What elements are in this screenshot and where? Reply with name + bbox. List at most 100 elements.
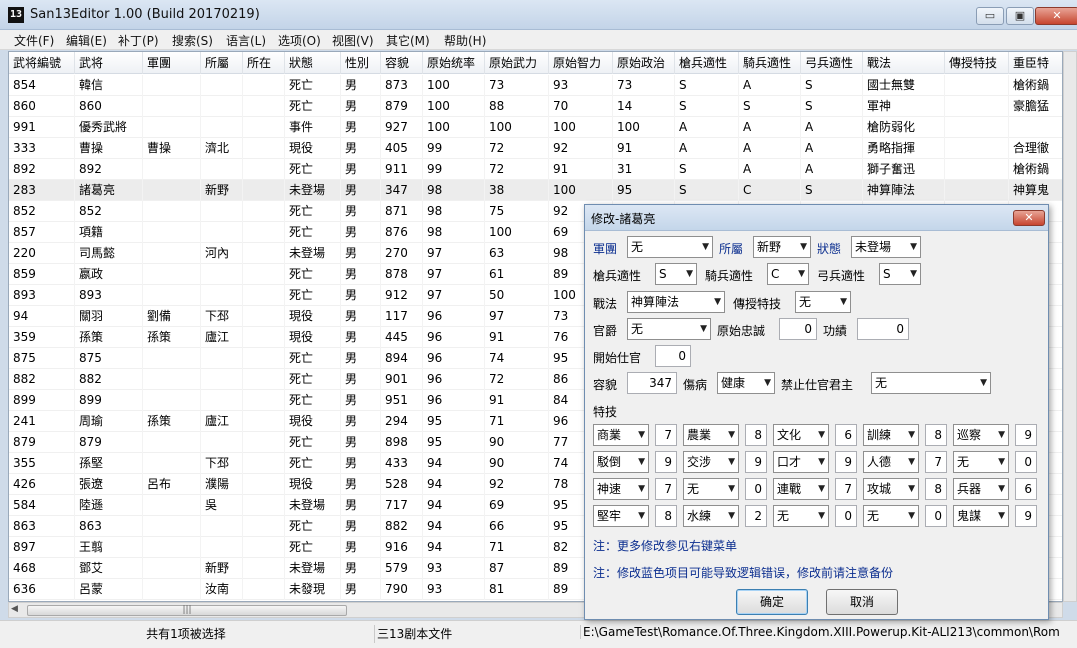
bow-select[interactable]: S ▼ <box>879 263 921 285</box>
skill-select[interactable]: 口才 ▼ <box>773 451 829 473</box>
tactic-select[interactable]: 神算陣法 ▼ <box>627 291 725 313</box>
skill-level-input[interactable]: 0 <box>1015 451 1037 473</box>
rank-select[interactable]: 无 ▼ <box>627 318 711 340</box>
skill-level-input[interactable]: 8 <box>745 424 767 446</box>
skill-select[interactable]: 交涉 ▼ <box>683 451 739 473</box>
column-header-gender[interactable]: 性別 <box>341 52 381 74</box>
skill-select[interactable]: 文化 ▼ <box>773 424 829 446</box>
skill-select[interactable]: 農業 ▼ <box>683 424 739 446</box>
skill-select[interactable]: 兵器 ▼ <box>953 478 1009 500</box>
skill-level-input[interactable]: 7 <box>655 424 677 446</box>
spear-select[interactable]: S ▼ <box>655 263 697 285</box>
column-header-state[interactable]: 狀態 <box>285 52 341 74</box>
menu-other[interactable]: 其它(M) <box>384 32 432 49</box>
skill-select[interactable]: 商業 ▼ <box>593 424 649 446</box>
column-header-id[interactable]: 武将編號 <box>9 52 75 74</box>
minimize-button[interactable]: ▭ <box>976 7 1004 25</box>
merit-input[interactable]: 0 <box>857 318 909 340</box>
skill-level-input[interactable]: 7 <box>655 478 677 500</box>
menu-help[interactable]: 帮助(H) <box>442 32 488 49</box>
skill-level-input[interactable]: 2 <box>745 505 767 527</box>
skill-select[interactable]: 人德 ▼ <box>863 451 919 473</box>
column-header-spear-apt[interactable]: 槍兵適性 <box>675 52 739 74</box>
appearance-input[interactable]: 347 <box>627 372 677 394</box>
skill-level-input[interactable]: 8 <box>655 505 677 527</box>
skill-select[interactable]: 无 ▼ <box>863 505 919 527</box>
loyalty-input[interactable]: 0 <box>779 318 817 340</box>
skill-select[interactable]: 堅牢 ▼ <box>593 505 649 527</box>
skill-select[interactable]: 巡察 ▼ <box>953 424 1009 446</box>
table-row[interactable]: 333 曹操 曹操 濟北 現役男 405 99 72 92 91 A A A 勇略指揮 合理徹 <box>9 138 1062 159</box>
skill-select[interactable]: 鬼謀 ▼ <box>953 505 1009 527</box>
scroll-left-icon[interactable]: ◀ <box>11 604 18 614</box>
column-header-cavalry-apt[interactable]: 騎兵適性 <box>739 52 801 74</box>
menu-language[interactable]: 语言(L) <box>224 32 268 49</box>
column-header-tactic[interactable]: 戰法 <box>863 52 945 74</box>
table-row[interactable]: 860 860 死亡男 879 100 88 70 14 S S S 軍神 豪膽猛 <box>9 96 1062 117</box>
skill-level-input[interactable]: 7 <box>835 478 857 500</box>
skill-level-input[interactable]: 9 <box>835 451 857 473</box>
menu-options[interactable]: 选项(O) <box>276 32 323 49</box>
scroll-thumb[interactable]: ||| <box>27 605 347 616</box>
injury-select[interactable]: 健康 ▼ <box>717 372 775 394</box>
column-header-belong[interactable]: 所屬 <box>201 52 243 74</box>
table-row[interactable]: 892 892 死亡男 911 99 72 91 31 S A A 獅子奮迅 槍術鍋 <box>9 159 1062 180</box>
column-header-location[interactable]: 所在 <box>243 52 285 74</box>
skill-select[interactable]: 駁倒 ▼ <box>593 451 649 473</box>
skill-level-input[interactable]: 9 <box>1015 424 1037 446</box>
skill-level-input[interactable]: 6 <box>835 424 857 446</box>
skill-select[interactable]: 神速 ▼ <box>593 478 649 500</box>
column-header-base-strength[interactable]: 原始武力 <box>485 52 549 74</box>
skill-select[interactable]: 訓練 ▼ <box>863 424 919 446</box>
skill-select[interactable]: 无 ▼ <box>773 505 829 527</box>
table-row[interactable]: 854 韓信 死亡男 873 100 73 93 73 S A S 國士無雙 槍術鍋 <box>9 75 1062 96</box>
skill-select[interactable]: 无 ▼ <box>683 478 739 500</box>
column-header-base-intellect[interactable]: 原始智力 <box>549 52 613 74</box>
maximize-button[interactable]: ▣ <box>1006 7 1034 25</box>
cell-location <box>243 138 285 159</box>
skill-level-input[interactable]: 0 <box>745 478 767 500</box>
dialog-close-button[interactable]: ✕ <box>1013 210 1045 226</box>
skill-select[interactable]: 水練 ▼ <box>683 505 739 527</box>
menu-view[interactable]: 视图(V) <box>330 32 376 49</box>
column-header-base-politics[interactable]: 原始政治 <box>613 52 675 74</box>
table-row[interactable]: 991 優秀武將 事件男 927 100 100 100 100 A A A 槍防弱化 <box>9 117 1062 138</box>
skill-level-input[interactable]: 9 <box>1015 505 1037 527</box>
forbid-select[interactable]: 无 ▼ <box>871 372 991 394</box>
teach-select[interactable]: 无 ▼ <box>795 291 851 313</box>
close-button[interactable]: ✕ <box>1035 7 1077 25</box>
column-header-bow-apt[interactable]: 弓兵適性 <box>801 52 863 74</box>
column-header-base-leadership[interactable]: 原始统率 <box>423 52 485 74</box>
column-header-army[interactable]: 軍團 <box>143 52 201 74</box>
skill-select[interactable]: 无 ▼ <box>953 451 1009 473</box>
cell-state: 現役 <box>285 474 341 495</box>
skill-level-input[interactable]: 8 <box>925 478 947 500</box>
table-row[interactable]: 283 諸葛亮 新野 未登場男 347 98 38 100 95 S C S 神算陣法 神算鬼 <box>9 180 1062 201</box>
menu-search[interactable]: 搜索(S) <box>170 32 215 49</box>
state-select[interactable]: 未登場 ▼ <box>851 236 921 258</box>
menu-edit[interactable]: 编辑(E) <box>64 32 109 49</box>
skill-select[interactable]: 連戰 ▼ <box>773 478 829 500</box>
injury-value: 健康 <box>721 376 746 390</box>
menu-file[interactable]: 文件(F) <box>12 32 56 49</box>
skill-level-input[interactable]: 8 <box>925 424 947 446</box>
column-header-minister-skill[interactable]: 重臣特 <box>1009 52 1062 74</box>
skill-level-input[interactable]: 0 <box>835 505 857 527</box>
start-year-input[interactable]: 0 <box>655 345 691 367</box>
cancel-button[interactable]: 取消 <box>826 589 898 615</box>
army-select[interactable]: 无 ▼ <box>627 236 713 258</box>
skill-level-input[interactable]: 9 <box>655 451 677 473</box>
menu-patch[interactable]: 补丁(P) <box>116 32 161 49</box>
skill-level-input[interactable]: 9 <box>745 451 767 473</box>
column-header-name[interactable]: 武将 <box>75 52 143 74</box>
column-header-taught-skill[interactable]: 傳授特技 <box>945 52 1009 74</box>
ok-button[interactable]: 确定 <box>736 589 808 615</box>
skill-level-input[interactable]: 0 <box>925 505 947 527</box>
belong-select[interactable]: 新野 ▼ <box>753 236 811 258</box>
vertical-scrollbar[interactable] <box>1063 51 1077 602</box>
cavalry-select[interactable]: C ▼ <box>767 263 809 285</box>
skill-level-input[interactable]: 6 <box>1015 478 1037 500</box>
column-header-appearance[interactable]: 容貌 <box>381 52 423 74</box>
skill-level-input[interactable]: 7 <box>925 451 947 473</box>
skill-select[interactable]: 攻城 ▼ <box>863 478 919 500</box>
